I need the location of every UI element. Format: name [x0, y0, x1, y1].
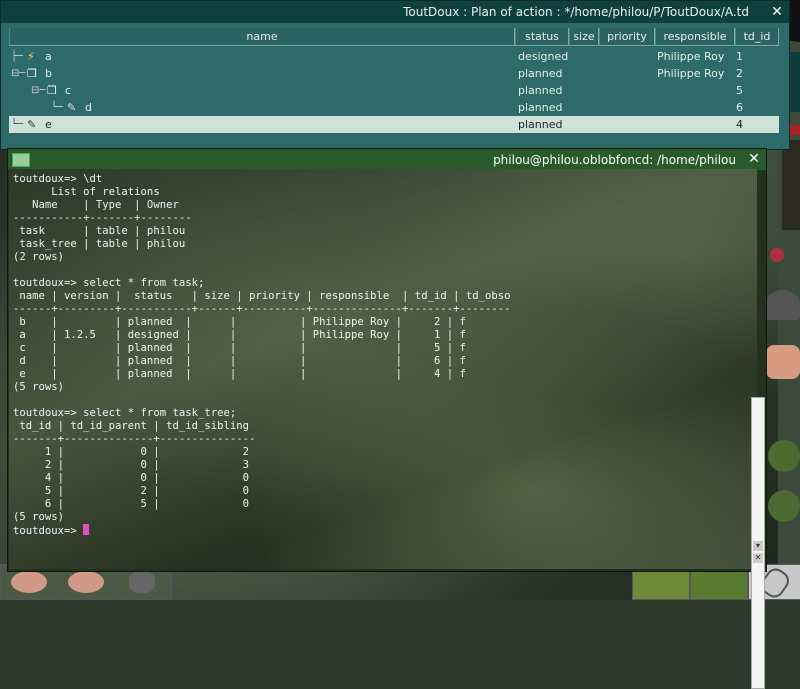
note-icon: ✎ [67, 101, 77, 114]
task-name: c [65, 84, 72, 97]
close-icon[interactable]: ✕ [769, 4, 785, 20]
task-td-id: 2 [736, 67, 743, 80]
task-row-selected[interactable]: └─ ✎ e planned 4 [9, 116, 779, 133]
task-row[interactable]: ⊟─ ❐ c planned 5 [9, 82, 779, 99]
task-td-id: 4 [736, 118, 743, 131]
terminal-title: philou@philou.oblobfoncd: /home/philou [493, 153, 736, 167]
terminal-titlebar[interactable]: philou@philou.oblobfoncd: /home/philou ✕ [8, 149, 766, 171]
column-name[interactable]: name [9, 28, 515, 46]
toutdoux-window: ToutDoux : Plan of action : */home/philo… [0, 0, 790, 150]
tree-expander-icon[interactable]: ⊟─ [11, 65, 25, 82]
gimp-icon [129, 571, 155, 593]
column-td-id[interactable]: td_id [735, 28, 779, 46]
face-icon[interactable] [766, 345, 800, 379]
tree-expander-icon[interactable]: ⊟─ [31, 82, 45, 99]
task-tree-list: ├─ ⚡ a designed Philippe Roy 1 ⊟─ ❐ b pl… [9, 48, 779, 138]
folder-icon: ❐ [47, 84, 57, 97]
task-row[interactable]: ⊟─ ❐ b planned Philippe Roy 2 [9, 65, 779, 82]
terminal-prompt: toutdoux=> [13, 525, 84, 537]
face-icon [68, 571, 104, 593]
pane-element [782, 140, 800, 230]
text-cursor [83, 524, 90, 535]
task-row[interactable]: └─ ✎ d planned 6 [9, 99, 779, 116]
red-dot-icon[interactable] [770, 248, 784, 262]
task-name: a [45, 50, 52, 63]
column-header: name status size priority responsible td… [9, 28, 779, 46]
terminal-history: toutdoux=> \dt List of relations Name | … [13, 173, 511, 523]
tree-line-icon: ├─ [11, 51, 24, 62]
lightning-icon: ⚡ [27, 50, 35, 63]
leaf-icon[interactable] [768, 440, 800, 472]
terminal-window: philou@philou.oblobfoncd: /home/philou ✕… [7, 148, 767, 689]
terminal-output[interactable]: toutdoux=> \dt List of relations Name | … [13, 173, 751, 565]
window-menu-icon[interactable] [12, 153, 30, 167]
task-td-id: 1 [736, 50, 743, 63]
task-status: planned [518, 84, 563, 97]
task-name: e [45, 118, 52, 131]
task-name: b [45, 67, 52, 80]
folder-icon: ❐ [27, 67, 37, 80]
task-status: designed [518, 50, 569, 63]
column-status[interactable]: status [515, 28, 569, 46]
task-responsible: Philippe Roy [657, 50, 725, 63]
leaf-icon-2[interactable] [768, 490, 800, 522]
gimp-icon[interactable] [765, 290, 800, 320]
task-row[interactable]: ├─ ⚡ a designed Philippe Roy 1 [9, 48, 779, 65]
column-size[interactable]: size [569, 28, 599, 46]
face-icon [11, 571, 47, 593]
column-responsible[interactable]: responsible [655, 28, 735, 46]
task-status: planned [518, 101, 563, 114]
toutdoux-titlebar[interactable]: ToutDoux : Plan of action : */home/philo… [1, 1, 789, 23]
task-status: planned [518, 67, 563, 80]
scroll-down-arrow-icon[interactable]: ▾ [753, 541, 763, 551]
task-td-id: 5 [736, 84, 743, 97]
task-td-id: 6 [736, 101, 743, 114]
task-responsible: Philippe Roy [657, 67, 725, 80]
tree-line-icon: └─ [51, 102, 64, 113]
task-status: planned [518, 118, 563, 131]
column-priority[interactable]: priority [599, 28, 655, 46]
note-icon: ✎ [27, 118, 37, 131]
tree-line-icon: └─ [11, 119, 24, 130]
close-icon[interactable]: ✕ [746, 151, 762, 167]
task-name: d [85, 101, 92, 114]
scroll-up-arrow-icon[interactable]: ✕ [753, 553, 763, 563]
window-title: ToutDoux : Plan of action : */home/philo… [403, 5, 749, 19]
